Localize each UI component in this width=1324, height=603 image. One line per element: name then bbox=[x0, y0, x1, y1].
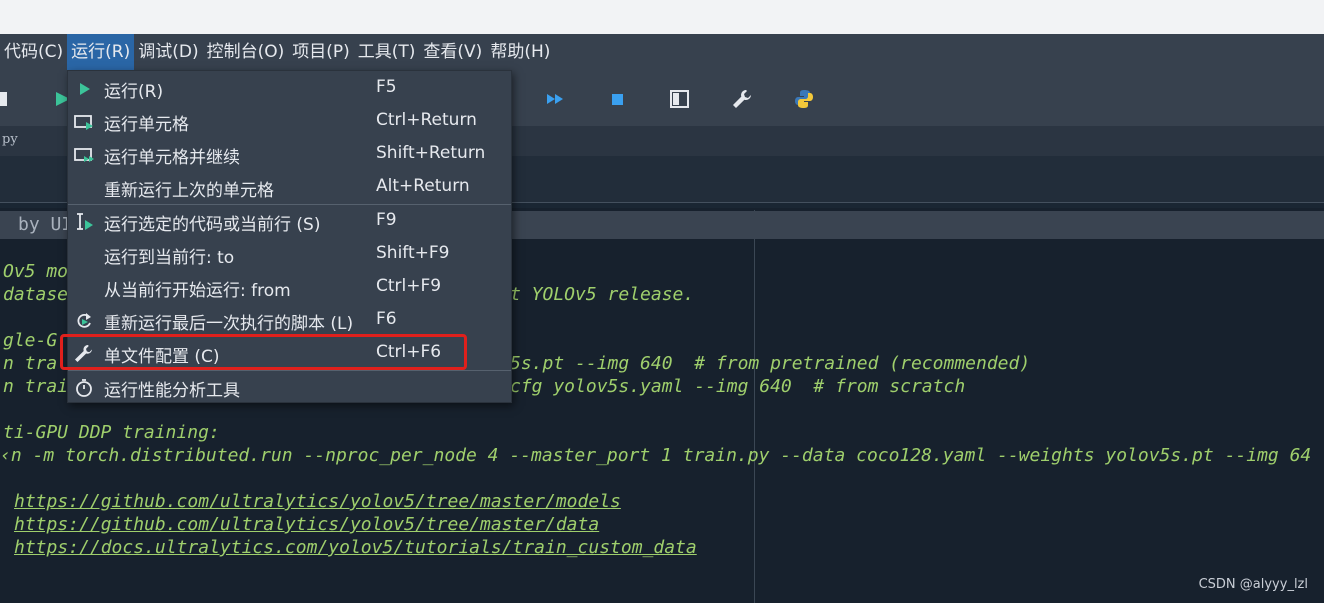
menu-item-label: 运行单元格并继续 bbox=[104, 148, 240, 168]
code-line: t YOLOv5 release. bbox=[510, 284, 695, 305]
run-selection-icon bbox=[77, 213, 93, 230]
code-line: cfg yolov5s.yaml --img 640 # from scratc… bbox=[510, 376, 966, 397]
menu-item-shortcut: F9 bbox=[376, 210, 397, 230]
menu-project[interactable]: 项目(P) bbox=[288, 34, 354, 70]
menu-item-label: 运行选定的代码或当前行 (S) bbox=[104, 215, 321, 235]
code-line: ‹n -m torch.distributed.run --nproc_per_… bbox=[0, 445, 1312, 466]
wrench-icon[interactable] bbox=[731, 88, 753, 110]
menubar: 代码(C) 运行(R) 调试(D) 控制台(O) 项目(P) 工具(T) 查看(… bbox=[0, 34, 1324, 70]
code-line: n trai bbox=[3, 376, 69, 397]
top-strip bbox=[0, 0, 1324, 34]
play-icon bbox=[80, 83, 90, 95]
menu-item-run-from-line[interactable]: 从当前行开始运行: from Ctrl+F9 bbox=[68, 271, 511, 304]
menu-item-label: 运行性能分析工具 bbox=[104, 381, 240, 401]
menu-view[interactable]: 查看(V) bbox=[419, 34, 486, 70]
python-icon[interactable] bbox=[793, 88, 815, 110]
run-cell-icon bbox=[74, 115, 93, 130]
menu-item-label: 运行(R) bbox=[104, 82, 164, 102]
code-line: 5s.pt --img 640 # from pretrained (recom… bbox=[510, 353, 1031, 374]
code-line: Ov5 mo bbox=[3, 261, 69, 282]
editor-header-text: by UI bbox=[18, 214, 73, 235]
menu-item-rerun-cell[interactable]: 重新运行上次的单元格 Alt+Return bbox=[68, 171, 511, 204]
watermark: CSDN @alyyy_lzl bbox=[1198, 577, 1308, 592]
menu-item-shortcut: F5 bbox=[376, 77, 397, 97]
menu-item-run-cell-advance[interactable]: 运行单元格并继续 Shift+Return bbox=[68, 138, 511, 171]
menu-item-shortcut: Shift+F9 bbox=[376, 243, 450, 263]
menu-item-shortcut: Shift+Return bbox=[376, 143, 486, 163]
continue-icon[interactable] bbox=[545, 88, 567, 110]
menu-item-shortcut: Ctrl+Return bbox=[376, 110, 477, 130]
menu-tools[interactable]: 工具(T) bbox=[354, 34, 420, 70]
code-line: n tra bbox=[3, 353, 58, 374]
menu-item-run[interactable]: 运行(R) F5 bbox=[68, 72, 511, 105]
menu-item-label: 运行到当前行: to bbox=[104, 248, 235, 268]
menu-item-profiler[interactable]: 运行性能分析工具 bbox=[68, 371, 511, 404]
link-data[interactable]: https://github.com/ultralytics/yolov5/tr… bbox=[14, 514, 599, 535]
stopwatch-icon bbox=[76, 379, 92, 397]
menu-help[interactable]: 帮助(H) bbox=[486, 34, 554, 70]
menu-item-run-cell[interactable]: 运行单元格 Ctrl+Return bbox=[68, 105, 511, 138]
menu-debug[interactable]: 调试(D) bbox=[134, 34, 202, 70]
code-line: gle-G bbox=[3, 330, 58, 351]
menu-item-label: 从当前行开始运行: from bbox=[104, 281, 291, 301]
menu-item-shortcut: F6 bbox=[376, 309, 397, 329]
menu-code[interactable]: 代码(C) bbox=[0, 34, 67, 70]
menu-item-label: 重新运行上次的单元格 bbox=[104, 181, 274, 201]
menu-item-label: 运行单元格 bbox=[104, 115, 189, 135]
tab-filename[interactable]: py bbox=[2, 132, 18, 147]
code-line: datase bbox=[3, 284, 69, 305]
menu-item-run-selection[interactable]: 运行选定的代码或当前行 (S) F9 bbox=[68, 205, 511, 238]
run-cell-advance-icon bbox=[74, 148, 94, 162]
code-line: ti-GPU DDP training: bbox=[3, 422, 220, 443]
stop-icon[interactable] bbox=[606, 88, 628, 110]
menu-item-run-to-line[interactable]: 运行到当前行: to Shift+F9 bbox=[68, 238, 511, 271]
save-icon[interactable] bbox=[0, 88, 22, 110]
edge-line bbox=[754, 210, 755, 603]
menu-item-shortcut: Alt+Return bbox=[376, 176, 470, 196]
rerun-icon bbox=[77, 313, 91, 328]
menu-console[interactable]: 控制台(O) bbox=[203, 34, 289, 70]
menu-item-rerun-last-script[interactable]: 重新运行最后一次执行的脚本 (L) F6 bbox=[68, 304, 511, 337]
maximize-pane-icon[interactable] bbox=[669, 88, 691, 110]
menu-item-label: 重新运行最后一次执行的脚本 (L) bbox=[104, 314, 354, 334]
menu-run[interactable]: 运行(R) bbox=[67, 34, 135, 70]
link-tutorial[interactable]: https://docs.ultralytics.com/yolov5/tuto… bbox=[14, 537, 697, 558]
link-models[interactable]: https://github.com/ultralytics/yolov5/tr… bbox=[14, 491, 621, 512]
annotation-highlight-box bbox=[60, 334, 467, 370]
menu-item-shortcut: Ctrl+F9 bbox=[376, 276, 442, 296]
